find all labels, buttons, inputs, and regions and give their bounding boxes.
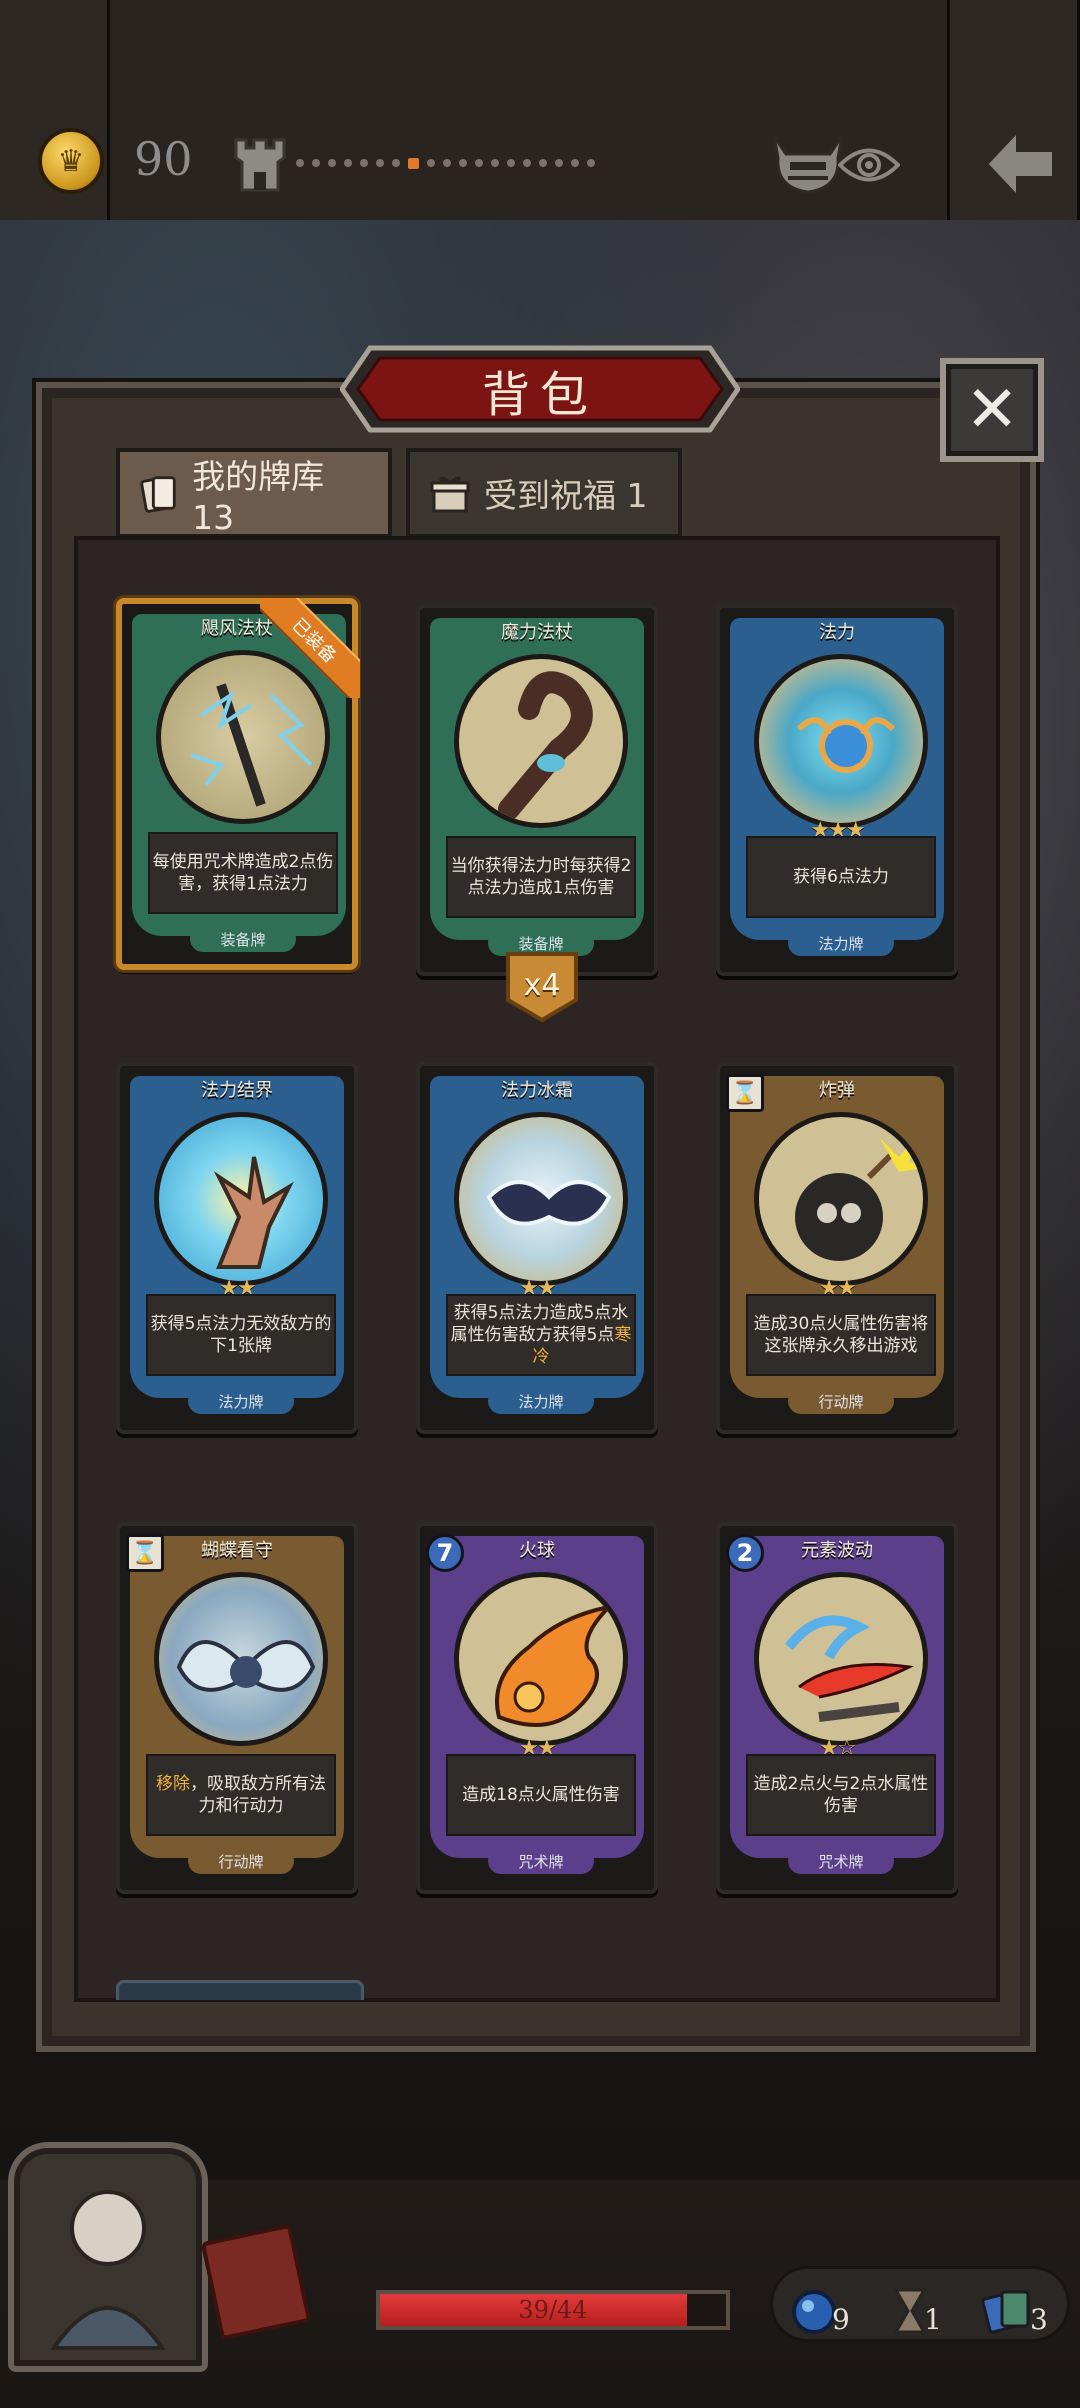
card-bomb[interactable]: 炸弹 ⌛ ★★ 造成30点火属性伤害将这张牌永久移出游戏 行动牌 <box>716 1062 958 1434</box>
card-description: 造成30点火属性伤害将这张牌永久移出游戏 <box>746 1294 936 1376</box>
path-node <box>507 159 515 167</box>
path-node <box>312 159 320 167</box>
card-art <box>754 1572 928 1746</box>
card-hurricane-staff[interactable]: 飓风法杖 每使用咒术牌造成2点伤害，获得1点法力 装备牌 已装备 <box>116 598 360 970</box>
card-type: 法力牌 <box>188 1388 294 1414</box>
next-card-peek <box>116 1980 364 2000</box>
mana-count: 9 <box>832 2303 850 2336</box>
avatar <box>50 2190 166 2350</box>
card-mana-barrier[interactable]: 法力结界 ★★ 获得5点法力无效敌方的下1张牌 法力牌 <box>116 1062 358 1434</box>
tower-icon <box>234 138 286 192</box>
path-node <box>392 159 400 167</box>
path-node <box>539 159 547 167</box>
card-type: 法力牌 <box>488 1388 594 1414</box>
card-type: 法力牌 <box>788 930 894 956</box>
path-node <box>344 159 352 167</box>
card-art <box>754 654 928 828</box>
path-node <box>360 159 368 167</box>
boss-icon <box>772 135 844 194</box>
card-type: 行动牌 <box>188 1848 294 1874</box>
map-progress-path <box>296 157 766 169</box>
card-type: 装备牌 <box>190 926 296 952</box>
card-name: 法力结界 <box>201 1080 273 1101</box>
card-art <box>154 1112 328 1286</box>
card-name: 魔力法杖 <box>501 622 573 643</box>
path-node <box>491 159 499 167</box>
time-count: 1 <box>924 2303 942 2336</box>
path-node <box>296 159 304 167</box>
time-counter: 1 <box>890 2272 942 2336</box>
card-mana[interactable]: 法力 ★★★ 获得6点法力 法力牌 <box>716 604 958 976</box>
desc-text: ，吸取敌方所有法力和行动力 <box>190 1774 326 1816</box>
card-cost: 2 <box>726 1534 764 1572</box>
card-elemental-wave[interactable]: 元素波动 2 ★☆ 造成2点火与2点水属性伤害 咒术牌 <box>716 1522 958 1894</box>
cards-icon <box>140 476 176 513</box>
equipped-badge: 已装备 <box>260 598 360 698</box>
deck-count: 3 <box>1030 2303 1048 2336</box>
path-node <box>443 159 451 167</box>
path-node <box>475 159 483 167</box>
mana-orb-icon <box>792 2290 836 2334</box>
tab-blessings-label: 受到祝福 1 <box>484 476 648 515</box>
path-node-current <box>408 157 419 169</box>
tab-blessings[interactable]: 受到祝福 1 <box>406 448 682 538</box>
card-cost: 7 <box>426 1534 464 1572</box>
path-node <box>376 159 384 167</box>
mana-counter: 9 <box>790 2272 850 2336</box>
desc-keyword: 移除 <box>156 1774 190 1794</box>
card-description: 造成18点火属性伤害 <box>446 1754 636 1836</box>
equipped-ribbon: 已装备 <box>260 598 360 698</box>
card-fireball[interactable]: 火球 7 ★★ 造成18点火属性伤害 咒术牌 <box>416 1522 658 1894</box>
card-art <box>454 654 628 828</box>
card-cost-hourglass-icon: ⌛ <box>126 1534 164 1572</box>
card-cost-hourglass-icon: ⌛ <box>726 1074 764 1112</box>
card-description: 造成2点火与2点水属性伤害 <box>746 1754 936 1836</box>
path-node <box>427 159 435 167</box>
top-hud <box>0 0 1080 220</box>
close-button[interactable]: ✕ <box>940 358 1044 462</box>
quantity-label: x4 <box>523 967 561 1003</box>
card-name: 法力冰霜 <box>501 1080 573 1101</box>
path-node <box>587 159 595 167</box>
coin-icon: ♛ <box>38 128 104 194</box>
path-node <box>571 159 579 167</box>
card-art <box>154 1572 328 1746</box>
path-node <box>459 159 467 167</box>
card-magic-staff[interactable]: 魔力法杖 当你获得法力时每获得2点法力造成1点伤害 装备牌 <box>416 604 658 976</box>
back-arrow-icon[interactable] <box>980 124 1060 204</box>
card-type: 行动牌 <box>788 1388 894 1414</box>
card-art <box>454 1112 628 1286</box>
panel-title: 背包 <box>481 367 598 423</box>
path-node <box>328 159 336 167</box>
card-art <box>454 1572 628 1746</box>
path-node <box>555 159 563 167</box>
game-screen: ♛ 90 背包 ✕ 我的牌库 13 受到祝福 1 飓风法杖 每使用咒术牌造成2点… <box>0 0 1080 2408</box>
gift-icon <box>430 476 470 513</box>
close-icon: ✕ <box>965 373 1019 447</box>
eye-icon <box>838 148 900 182</box>
card-description: 获得5点法力无效敌方的下1张牌 <box>146 1294 336 1376</box>
gold-count: 90 <box>134 132 193 186</box>
card-butterfly-guard[interactable]: 蝴蝶看守 ⌛ 移除，吸取敌方所有法力和行动力 行动牌 <box>116 1522 358 1894</box>
tab-my-deck-label: 我的牌库 13 <box>192 456 325 537</box>
deck-counter: 3 <box>982 2272 1048 2336</box>
desc-text: 获得5点法力造成5点水属性伤害敌方获得5点 <box>450 1303 629 1345</box>
deck-icon <box>982 2290 1030 2334</box>
card-description: 获得6点法力 <box>746 836 936 918</box>
path-node <box>523 159 531 167</box>
card-mana-frost[interactable]: 法力冰霜 ★★ 获得5点法力造成5点水属性伤害敌方获得5点寒冷 法力牌 <box>416 1062 658 1434</box>
card-description: 移除，吸取敌方所有法力和行动力 <box>146 1754 336 1836</box>
card-description: 获得5点法力造成5点水属性伤害敌方获得5点寒冷 <box>446 1294 636 1376</box>
card-description: 每使用咒术牌造成2点伤害，获得1点法力 <box>148 832 338 914</box>
card-art <box>754 1112 928 1286</box>
card-type: 咒术牌 <box>488 1848 594 1874</box>
hp-text: 39/44 <box>518 2296 588 2324</box>
tab-my-deck[interactable]: 我的牌库 13 <box>116 448 392 538</box>
card-description: 当你获得法力时每获得2点法力造成1点伤害 <box>446 836 636 918</box>
card-type: 咒术牌 <box>788 1848 894 1874</box>
card-name: 法力 <box>819 622 855 643</box>
player-portrait[interactable] <box>8 2142 208 2372</box>
